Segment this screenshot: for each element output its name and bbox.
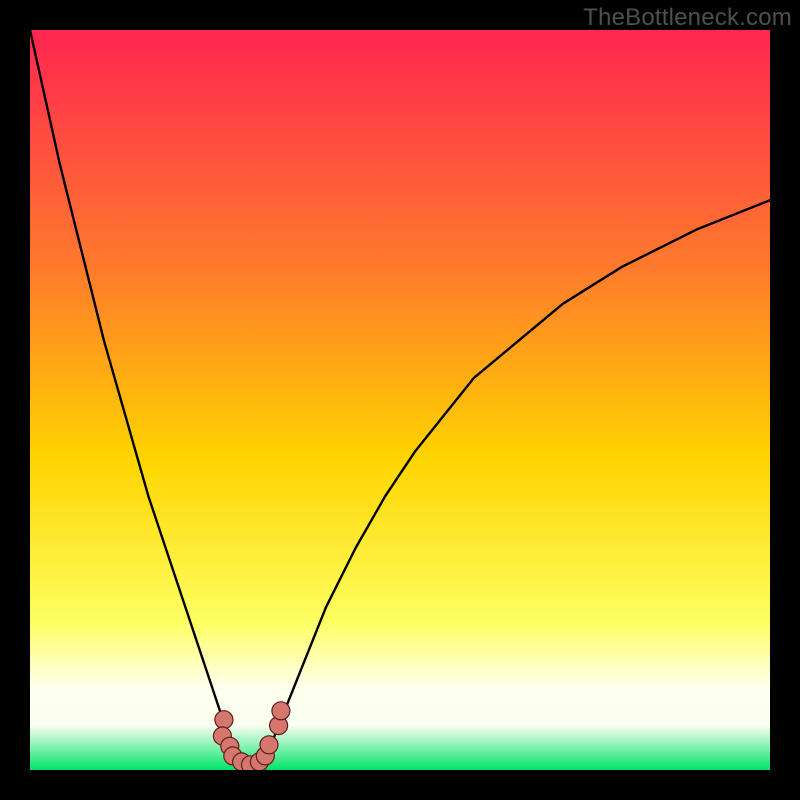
marker-dot xyxy=(260,736,278,754)
gradient-background xyxy=(30,30,770,770)
chart-plot-area xyxy=(30,30,770,770)
marker-dot xyxy=(272,702,290,720)
chart-svg xyxy=(30,30,770,770)
watermark-text: TheBottleneck.com xyxy=(583,4,792,32)
marker-dot xyxy=(215,711,233,729)
